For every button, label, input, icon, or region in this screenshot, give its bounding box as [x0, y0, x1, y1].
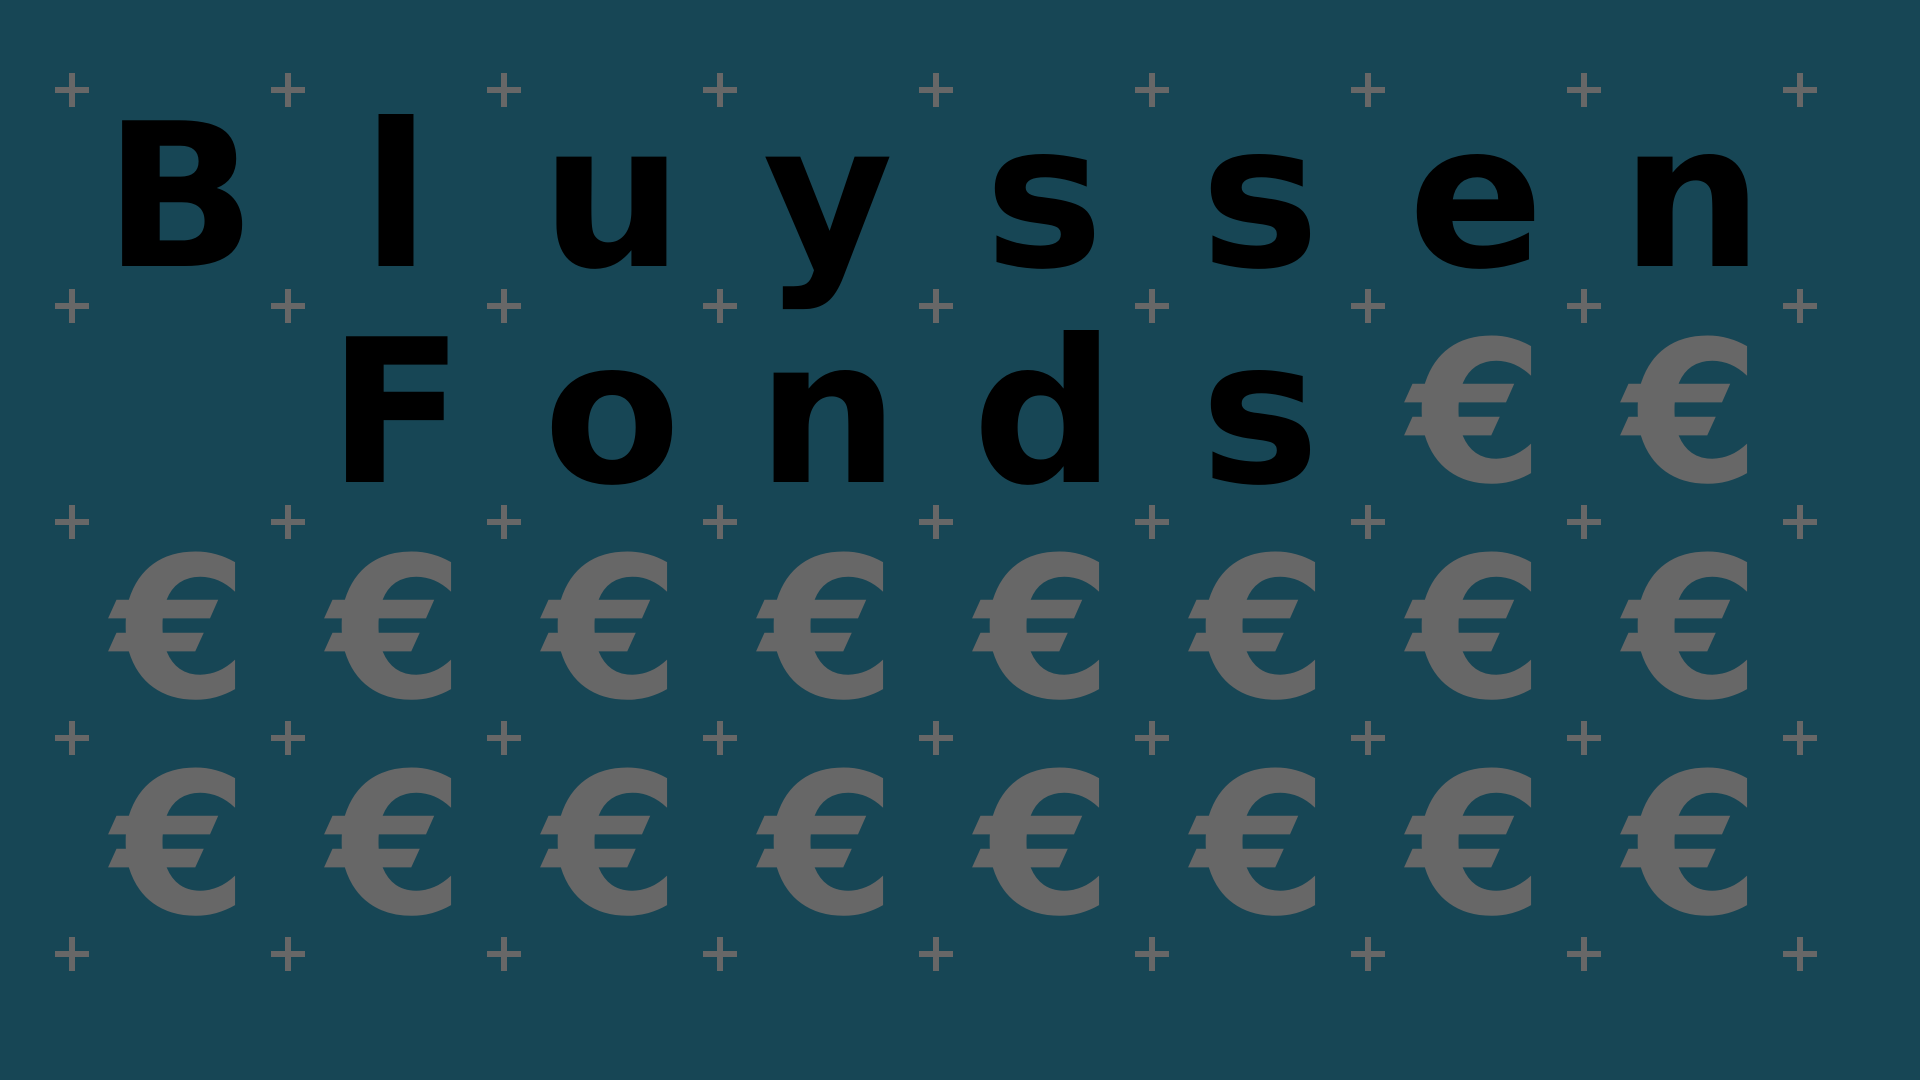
title-letter: e [1408, 81, 1544, 314]
euro-icon: € [1623, 300, 1761, 528]
logo-canvas: Bl u y s s e n Fo n d s € € € € € € € € € € € € € € € € € € [0, 0, 1920, 1080]
title-letter: F [327, 297, 465, 530]
euro-icon: € [975, 516, 1113, 744]
euro-icon: € [543, 732, 681, 960]
euro-icon: € [759, 732, 897, 960]
euro-icon: € [759, 516, 897, 744]
title-letter: y [762, 81, 894, 314]
euro-icon: € [1191, 516, 1329, 744]
euro-icon: € [1623, 732, 1761, 960]
euro-icon: € [327, 516, 465, 744]
euro-icon: € [1407, 300, 1545, 528]
title-letter: o [543, 297, 681, 530]
title-letter: n [1620, 81, 1764, 314]
euro-icon: € [327, 732, 465, 960]
euro-icon: € [1191, 732, 1329, 960]
title-letter: B [103, 81, 257, 314]
title-letter: s [1200, 297, 1320, 530]
title-letter: d [972, 297, 1116, 530]
euro-icon: € [543, 516, 681, 744]
title-letter: u [540, 81, 684, 314]
euro-icon: € [1407, 732, 1545, 960]
euro-icon: € [111, 732, 249, 960]
euro-icon: € [1407, 516, 1545, 744]
title-letter: n [756, 297, 900, 530]
title-letter: s [984, 81, 1104, 314]
euro-icon: € [111, 516, 249, 744]
euro-icon: € [1623, 516, 1761, 744]
euro-icon: € [975, 732, 1113, 960]
title-letter: s [1200, 81, 1320, 314]
title-letter: l [361, 81, 431, 314]
